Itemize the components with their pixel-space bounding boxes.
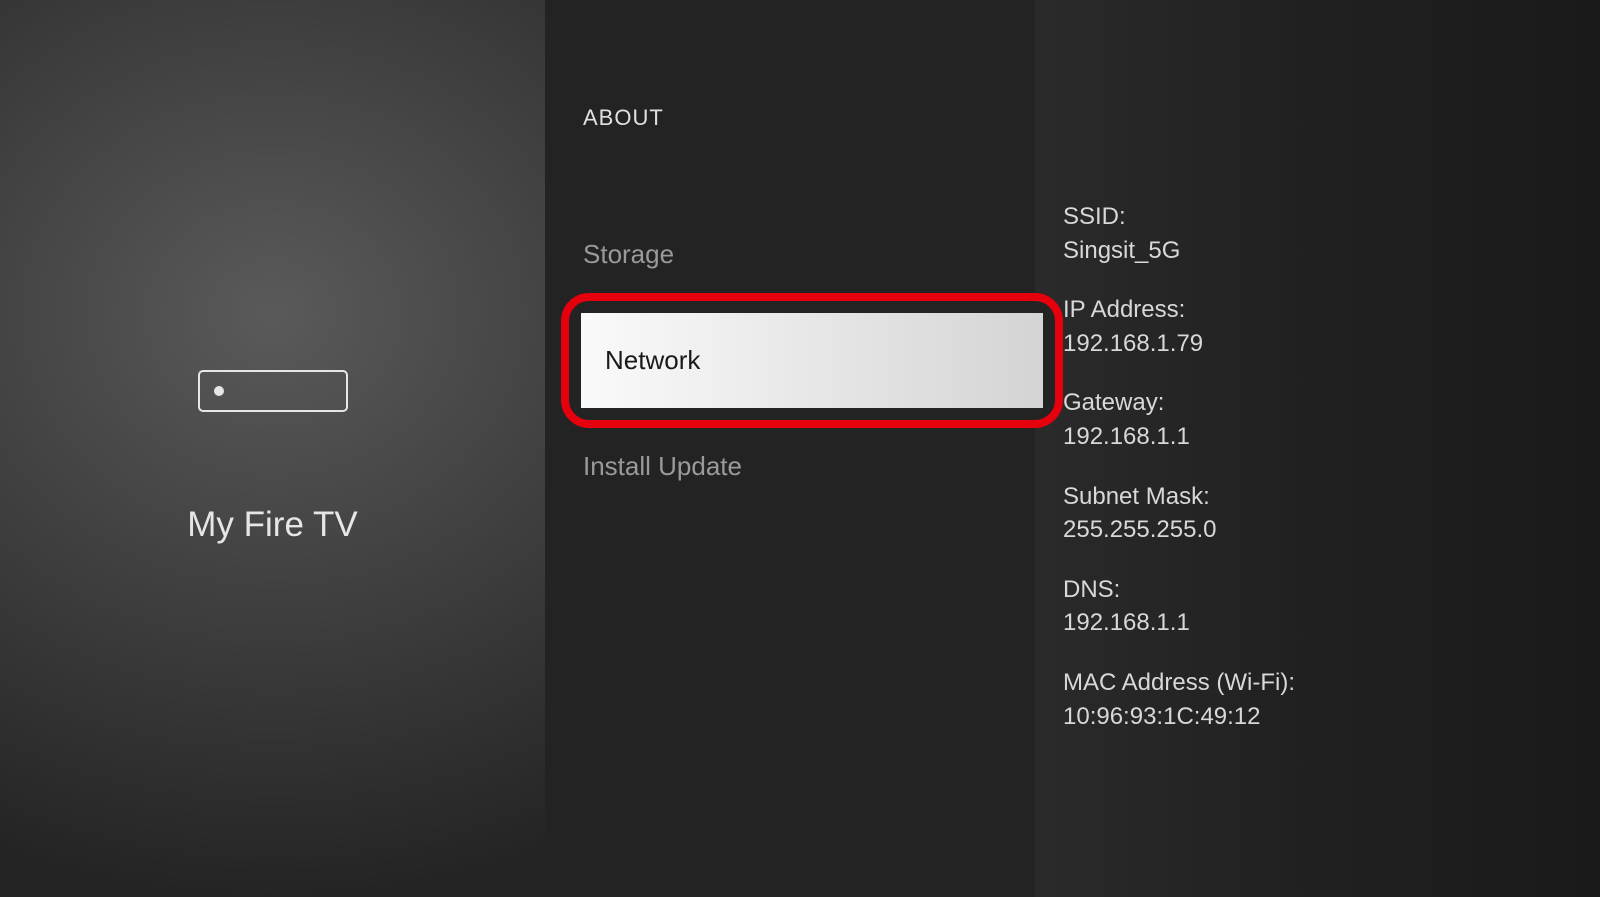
info-ssid: SSID: Singsit_5G: [1063, 200, 1600, 267]
info-value-mac: 10:96:93:1C:49:12: [1063, 700, 1600, 734]
info-dns: DNS: 192.168.1.1: [1063, 573, 1600, 640]
info-label-ip: IP Address:: [1063, 293, 1600, 327]
info-label-subnet: Subnet Mask:: [1063, 480, 1600, 514]
info-label-ssid: SSID:: [1063, 200, 1600, 234]
menu-item-network[interactable]: Network: [581, 313, 1043, 408]
firetv-device-icon: [198, 370, 348, 412]
menu-item-storage[interactable]: Storage: [583, 221, 1035, 288]
info-value-gateway: 192.168.1.1: [1063, 420, 1600, 454]
info-label-gateway: Gateway:: [1063, 386, 1600, 420]
right-panel-details: SSID: Singsit_5G IP Address: 192.168.1.7…: [1035, 0, 1600, 897]
info-label-dns: DNS:: [1063, 573, 1600, 607]
info-label-mac: MAC Address (Wi-Fi):: [1063, 666, 1600, 700]
info-value-ip: 192.168.1.79: [1063, 327, 1600, 361]
middle-panel: ABOUT Storage Network Install Update: [545, 0, 1035, 897]
section-header-about: ABOUT: [583, 105, 1035, 131]
highlight-annotation: Network: [561, 293, 1063, 428]
about-menu-list: Storage Network Install Update: [583, 221, 1035, 500]
menu-item-network-highlight: Network: [583, 293, 1035, 428]
info-subnet-mask: Subnet Mask: 255.255.255.0: [1063, 480, 1600, 547]
info-gateway: Gateway: 192.168.1.1: [1063, 386, 1600, 453]
info-value-ssid: Singsit_5G: [1063, 234, 1600, 268]
device-title: My Fire TV: [187, 505, 357, 545]
left-panel: My Fire TV: [0, 0, 545, 897]
info-value-dns: 192.168.1.1: [1063, 606, 1600, 640]
menu-item-install-update[interactable]: Install Update: [583, 433, 1035, 500]
info-value-subnet: 255.255.255.0: [1063, 513, 1600, 547]
info-ip-address: IP Address: 192.168.1.79: [1063, 293, 1600, 360]
info-mac-address: MAC Address (Wi-Fi): 10:96:93:1C:49:12: [1063, 666, 1600, 733]
